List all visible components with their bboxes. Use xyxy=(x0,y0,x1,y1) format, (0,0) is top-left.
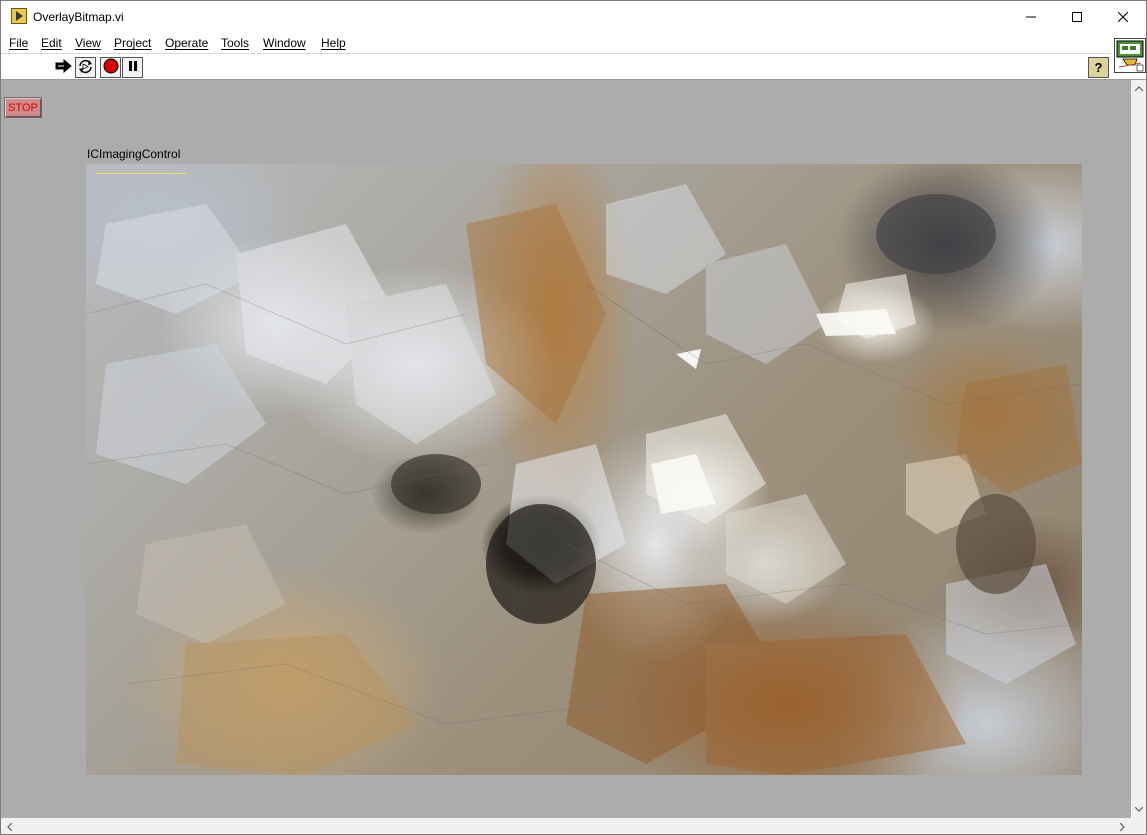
run-continuously-button[interactable] xyxy=(75,57,96,78)
run-button[interactable] xyxy=(53,57,74,78)
close-button[interactable] xyxy=(1100,1,1146,33)
horizontal-scroll-thumb[interactable] xyxy=(19,820,1113,832)
stop-button[interactable]: STOP xyxy=(4,97,42,118)
menu-project[interactable]: Project xyxy=(114,36,151,50)
menu-view[interactable]: View xyxy=(75,36,101,50)
run-continuously-icon xyxy=(77,58,94,78)
run-arrow-icon xyxy=(55,58,73,76)
scroll-up-arrow-icon[interactable] xyxy=(1131,80,1146,97)
crystal-texture xyxy=(86,184,1082,775)
context-help-button[interactable]: ? xyxy=(1088,57,1109,78)
horizontal-scrollbar[interactable] xyxy=(1,818,1131,834)
title-bar: OverlayBitmap.vi xyxy=(1,1,1146,33)
pause-icon xyxy=(127,60,139,75)
stop-label: STOP xyxy=(8,101,38,114)
vertical-scrollbar[interactable] xyxy=(1131,80,1146,818)
abort-button[interactable] xyxy=(100,57,121,78)
labview-app-icon xyxy=(11,8,27,24)
menu-bar: File Edit View Project Operate Tools Win… xyxy=(1,33,1111,53)
menu-operate[interactable]: Operate xyxy=(165,36,208,50)
scroll-down-arrow-icon[interactable] xyxy=(1131,801,1146,818)
front-panel: STOP ICImagingControl xyxy=(1,80,1131,818)
scroll-right-arrow-icon[interactable] xyxy=(1114,818,1131,834)
imaging-control-label: ICImagingControl xyxy=(87,147,181,161)
scrollbar-corner xyxy=(1131,818,1146,834)
maximize-button[interactable] xyxy=(1054,1,1100,33)
minimize-button[interactable] xyxy=(1008,1,1054,33)
overlay-bitmap-line xyxy=(96,173,186,174)
menu-window[interactable]: Window xyxy=(263,36,306,50)
menu-help[interactable]: Help xyxy=(321,36,346,50)
toolbar xyxy=(1,53,1111,79)
menu-edit[interactable]: Edit xyxy=(41,36,62,50)
scroll-left-arrow-icon[interactable] xyxy=(1,818,18,834)
vertical-scroll-thumb[interactable] xyxy=(1133,98,1144,798)
menu-file[interactable]: File xyxy=(9,36,28,50)
labview-window: OverlayBitmap.vi File Edit View Project … xyxy=(0,0,1147,835)
window-title: OverlayBitmap.vi xyxy=(33,10,124,24)
help-question-icon: ? xyxy=(1094,60,1103,75)
vi-connector-icon[interactable] xyxy=(1114,38,1146,73)
menu-tools[interactable]: Tools xyxy=(221,36,249,50)
abort-icon xyxy=(103,58,119,77)
pause-button[interactable] xyxy=(122,57,143,78)
camera-image-display[interactable] xyxy=(86,164,1082,775)
